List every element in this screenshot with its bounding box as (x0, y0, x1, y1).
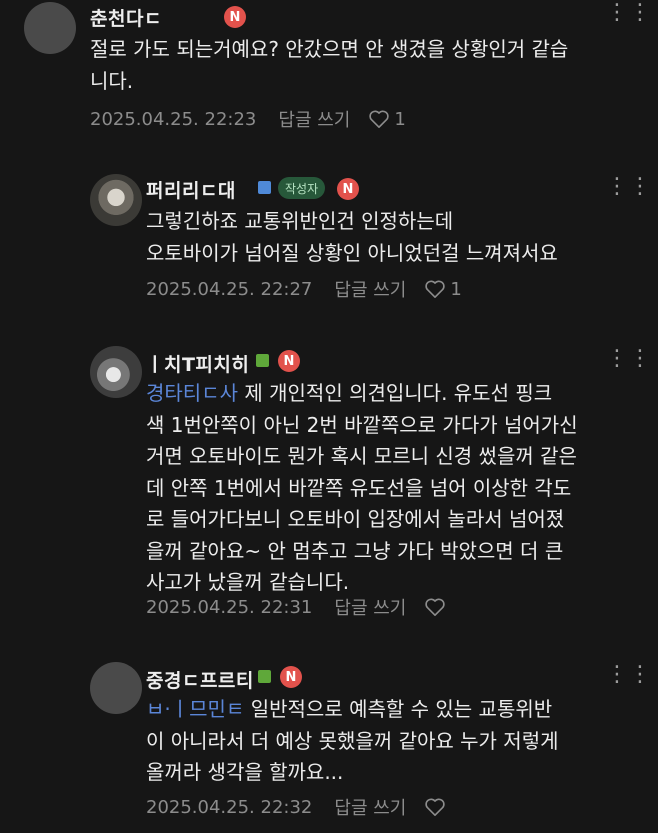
reply-button[interactable]: 답글 쓰기 (278, 106, 350, 132)
comment-text: ㅂ·ㅣ므민ㅌ 일반적으로 예측할 수 있는 교통위반 이 아니라서 더 예상 못… (146, 694, 646, 789)
user-level-icon (258, 670, 271, 683)
more-options-icon[interactable]: ⋮⋮ (606, 174, 652, 199)
comment-meta: 2025.04.25. 22:31 답글 쓰기 (146, 594, 446, 620)
heart-outline-icon (425, 280, 446, 298)
comment-text: 경타티ㄷ사 제 개인적인 의견입니다. 유도선 핑크 색 1번안쪽이 아닌 2번… (146, 378, 646, 599)
like-button[interactable] (424, 797, 446, 817)
avatar[interactable] (24, 2, 76, 54)
like-button[interactable]: 1 (424, 278, 462, 300)
heart-outline-icon (425, 798, 446, 816)
comment-reply: ㅣ치T피치히 N ⋮⋮ 경타티ㄷ사 제 개인적인 의견입니다. 유도선 핑크 색… (0, 342, 658, 632)
comment-reply: 중경ㄷ프르티 N ⋮⋮ ㅂ·ㅣ므민ㅌ 일반적으로 예측할 수 있는 교통위반 이… (0, 658, 658, 833)
like-button[interactable] (424, 597, 446, 617)
more-options-icon[interactable]: ⋮⋮ (606, 0, 652, 25)
more-options-icon[interactable]: ⋮⋮ (606, 662, 652, 687)
avatar[interactable] (90, 174, 142, 226)
comment-timestamp: 2025.04.25. 22:31 (146, 596, 313, 618)
author-badge: 작성자 (278, 177, 326, 199)
comment-timestamp: 2025.04.25. 22:32 (146, 796, 313, 818)
comment-author[interactable]: 춘천다ㄷ (90, 4, 162, 31)
comment-meta: 2025.04.25. 22:27 답글 쓰기 1 (146, 276, 462, 302)
heart-outline-icon (425, 598, 446, 616)
reply-button[interactable]: 답글 쓰기 (334, 794, 406, 820)
comment-author[interactable]: ㅣ치T피치히 (146, 350, 249, 377)
comment-reply: 퍼리리ㄷ대 작성자 N ⋮⋮ 그렇긴하죠 교통위반인건 인정하는데 오토바이가 … (0, 170, 658, 310)
naver-badge-icon: N (224, 6, 246, 28)
avatar[interactable] (90, 662, 142, 714)
naver-badge-icon: N (278, 350, 300, 372)
comment: 춘천다ㄷ N ⋮⋮ 절로 가도 되는거예요? 안갔으면 안 생겼을 상황인거 같… (0, 0, 658, 140)
more-options-icon[interactable]: ⋮⋮ (606, 346, 652, 371)
comment-meta: 2025.04.25. 22:23 답글 쓰기 1 (90, 106, 406, 132)
like-button[interactable]: 1 (368, 108, 406, 130)
like-count: 1 (394, 108, 406, 130)
comment-body: 제 개인적인 의견입니다. 유도선 핑크 색 1번안쪽이 아닌 2번 바깥쪽으로… (146, 381, 578, 594)
naver-badge-icon: N (337, 178, 359, 200)
like-count: 1 (450, 278, 462, 300)
comment-timestamp: 2025.04.25. 22:23 (90, 108, 257, 130)
user-level-icon (258, 181, 271, 194)
reply-button[interactable]: 답글 쓰기 (334, 276, 406, 302)
avatar[interactable] (90, 346, 142, 398)
comment-text: 절로 가도 되는거예요? 안갔으면 안 생겼을 상황인거 같습 니다. (90, 37, 569, 93)
comment-author[interactable]: 중경ㄷ프르티 (146, 666, 254, 693)
naver-badge-icon: N (280, 666, 302, 688)
user-level-icon (256, 354, 269, 367)
mention-link[interactable]: 경타티ㄷ사 (146, 381, 238, 405)
mention-link[interactable]: ㅂ·ㅣ므민ㅌ (146, 697, 244, 721)
comment-author[interactable]: 퍼리리ㄷ대 (146, 176, 236, 203)
comment-meta: 2025.04.25. 22:32 답글 쓰기 (146, 794, 446, 820)
comment-timestamp: 2025.04.25. 22:27 (146, 278, 313, 300)
comment-text: 그렇긴하죠 교통위반인건 인정하는데 오토바이가 넘어질 상황인 아니었던걸 느… (146, 209, 558, 265)
reply-button[interactable]: 답글 쓰기 (334, 594, 406, 620)
heart-outline-icon (369, 110, 390, 128)
